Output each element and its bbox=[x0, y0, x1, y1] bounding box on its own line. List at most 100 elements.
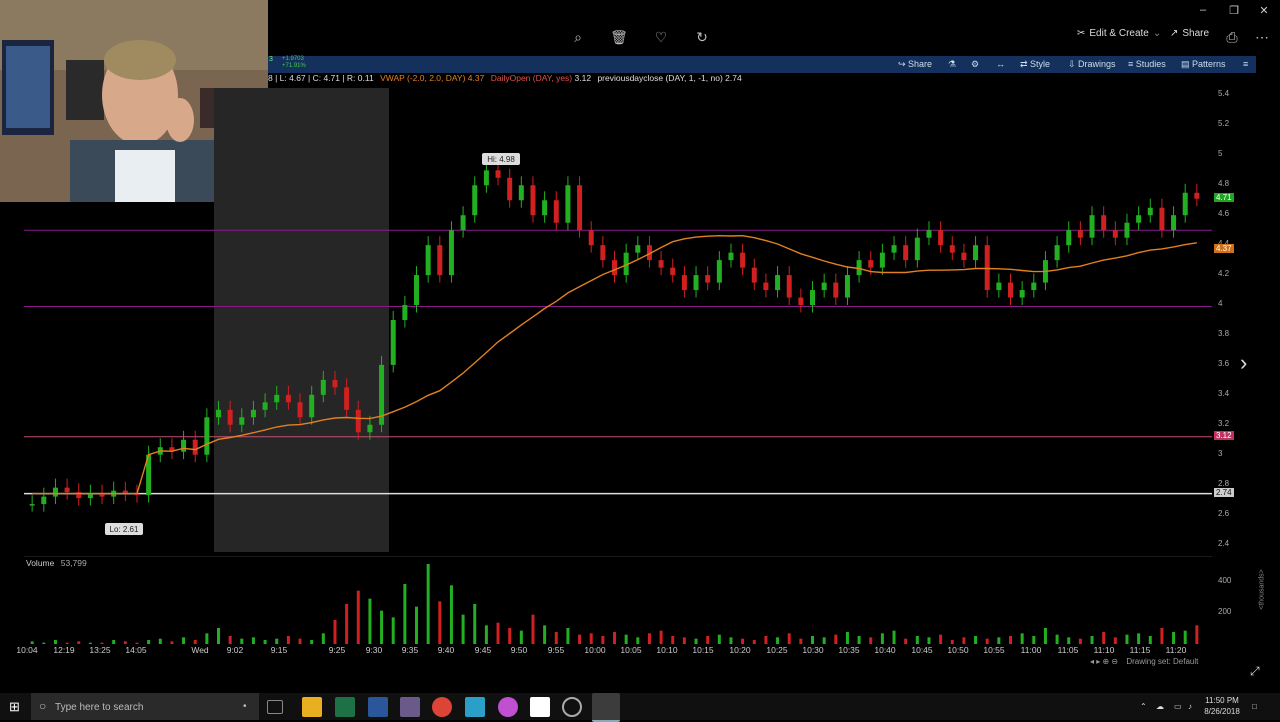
candle-body bbox=[1101, 215, 1107, 231]
time-tick: 9:50 bbox=[510, 645, 528, 655]
price-tick: 2.6 bbox=[1218, 508, 1230, 518]
candle-body bbox=[1159, 207, 1165, 231]
minimize-icon[interactable]: – bbox=[1195, 4, 1211, 16]
windows-start-icon[interactable]: ⊞ bbox=[9, 699, 20, 715]
level-lines bbox=[24, 229, 1212, 495]
time-tick: 9:02 bbox=[226, 645, 244, 655]
volume-bar bbox=[77, 641, 81, 644]
excel-icon[interactable] bbox=[335, 697, 355, 717]
volume-bar bbox=[962, 637, 966, 644]
patterns-button[interactable]: ▤ Patterns bbox=[1181, 59, 1226, 70]
rotate-icon[interactable]: ↻ bbox=[693, 28, 711, 46]
chrome-icon[interactable] bbox=[432, 697, 452, 717]
price-badge-vwap: 4.37 bbox=[1214, 243, 1234, 253]
candle-body bbox=[984, 245, 990, 291]
volume-bar bbox=[391, 617, 395, 644]
more-icon[interactable]: ⋯ bbox=[1253, 28, 1271, 46]
cloud-icon[interactable]: ☁ bbox=[1156, 701, 1164, 712]
candle-body bbox=[868, 260, 874, 268]
volume-bar bbox=[554, 632, 558, 644]
volume-bar bbox=[927, 637, 931, 644]
zoom-icon[interactable]: ⌕ bbox=[569, 28, 587, 46]
time-tick: 10:15 bbox=[692, 645, 714, 655]
restore-icon[interactable]: ❐ bbox=[1226, 4, 1242, 17]
volume-bar bbox=[508, 628, 512, 644]
dayopen-legend[interactable]: DailyOpen (DAY, yes) bbox=[491, 73, 572, 83]
volume-bar bbox=[193, 640, 197, 644]
heart-icon[interactable]: ♡ bbox=[652, 28, 670, 46]
volume-bar bbox=[1055, 634, 1059, 644]
link-icon[interactable]: ↔ bbox=[996, 59, 1005, 69]
prevclose-legend[interactable]: previousdayclose (DAY, 1, -1, no) bbox=[597, 73, 722, 83]
time-tick: 9:30 bbox=[365, 645, 383, 655]
taskbar-search[interactable]: ○ Type here to search • bbox=[31, 693, 259, 720]
vwap-legend[interactable]: VWAP (-2.0, 2.0, DAY) bbox=[380, 73, 465, 83]
time-tick: 10:45 bbox=[911, 645, 933, 655]
print-icon[interactable]: ⎙ bbox=[1223, 28, 1241, 46]
tradier-icon[interactable] bbox=[465, 697, 485, 717]
volume-bar bbox=[519, 630, 523, 644]
flask-icon[interactable]: ⚗ bbox=[948, 59, 956, 70]
battery-icon[interactable]: ▭ bbox=[1174, 701, 1182, 712]
edit-create-button[interactable]: ✂ Edit & Create ⌄ bbox=[1077, 28, 1161, 39]
chevron-down-icon: ⌄ bbox=[1152, 28, 1162, 39]
candle-body bbox=[996, 282, 1002, 291]
studies-button[interactable]: ≡ Studies bbox=[1128, 59, 1166, 69]
volume-bar bbox=[461, 614, 465, 644]
gear-icon[interactable]: ⚙ bbox=[971, 59, 979, 70]
candle-body bbox=[250, 409, 256, 418]
clock[interactable]: 11:50 PM 8/26/2018 bbox=[1202, 695, 1242, 717]
candle-body bbox=[1054, 245, 1060, 261]
volume-bar bbox=[857, 636, 861, 644]
drawing-set-label[interactable]: Drawing set: Default bbox=[1126, 657, 1198, 666]
candle-body bbox=[926, 230, 932, 238]
time-tick: 10:25 bbox=[766, 645, 788, 655]
volume-bar bbox=[915, 636, 919, 644]
share-chart-button[interactable]: ↪ Share bbox=[898, 59, 932, 70]
photos-icon[interactable] bbox=[592, 693, 620, 722]
time-tick: 9:25 bbox=[328, 645, 346, 655]
globe-icon[interactable] bbox=[562, 697, 582, 717]
candle-body bbox=[285, 394, 291, 403]
drawings-button[interactable]: ⇩ Drawings bbox=[1068, 59, 1116, 70]
candle-body bbox=[1008, 282, 1014, 298]
chevron-right-icon[interactable]: › bbox=[1240, 350, 1247, 376]
price-tick: 3.8 bbox=[1218, 328, 1230, 338]
volume-bar bbox=[787, 633, 791, 644]
volume-chart[interactable] bbox=[24, 556, 1212, 644]
volume-bar bbox=[1148, 636, 1152, 644]
volume-icon[interactable]: ♪ bbox=[1188, 701, 1192, 712]
clock-date: 8/26/2018 bbox=[1204, 707, 1240, 716]
style-button[interactable]: ⇄ Style bbox=[1020, 59, 1050, 70]
volume-bar bbox=[531, 614, 535, 644]
candle-body bbox=[530, 185, 536, 216]
volume-bar bbox=[147, 640, 151, 644]
price-chart[interactable]: Hi: 4.98 Lo: 2.61 bbox=[24, 88, 1212, 552]
volume-bar bbox=[589, 633, 593, 644]
zoom-controls-icon[interactable]: ◂ ▸ ⊕ ⊖ bbox=[1090, 657, 1118, 666]
expand-icon[interactable]: ⤢ bbox=[1250, 664, 1260, 679]
word-icon[interactable] bbox=[368, 697, 388, 717]
tray-arrow-icon[interactable]: ⌃ bbox=[1140, 701, 1147, 712]
volume-bar bbox=[636, 637, 640, 644]
file-explorer-icon[interactable] bbox=[302, 697, 322, 717]
app-icon[interactable] bbox=[400, 697, 420, 717]
trash-icon[interactable]: 🗑 bbox=[610, 28, 628, 46]
notifications-icon[interactable]: □ bbox=[1252, 701, 1257, 712]
music-icon[interactable] bbox=[498, 697, 518, 717]
close-icon[interactable]: ✕ bbox=[1256, 4, 1272, 17]
time-axis: 10:04 12:19 13:25 14:05 Wed 9:02 9:15 9:25 9:30 9… bbox=[16, 645, 1212, 659]
candle-body bbox=[437, 245, 443, 276]
share-top-button[interactable]: ↗ Share bbox=[1170, 28, 1209, 39]
menu-icon[interactable]: ≡ bbox=[1243, 59, 1248, 69]
candle-body bbox=[821, 282, 827, 291]
price-tick: 2.4 bbox=[1218, 538, 1230, 548]
document-icon[interactable] bbox=[530, 697, 550, 717]
task-view-icon[interactable] bbox=[267, 700, 283, 714]
lo-label: Lo: 2.61 bbox=[110, 525, 139, 534]
volume-bar bbox=[182, 637, 186, 644]
candle-body bbox=[786, 275, 792, 298]
microphone-icon[interactable]: • bbox=[243, 693, 247, 720]
volume-bar bbox=[904, 638, 908, 644]
premarket-shade bbox=[214, 88, 389, 552]
